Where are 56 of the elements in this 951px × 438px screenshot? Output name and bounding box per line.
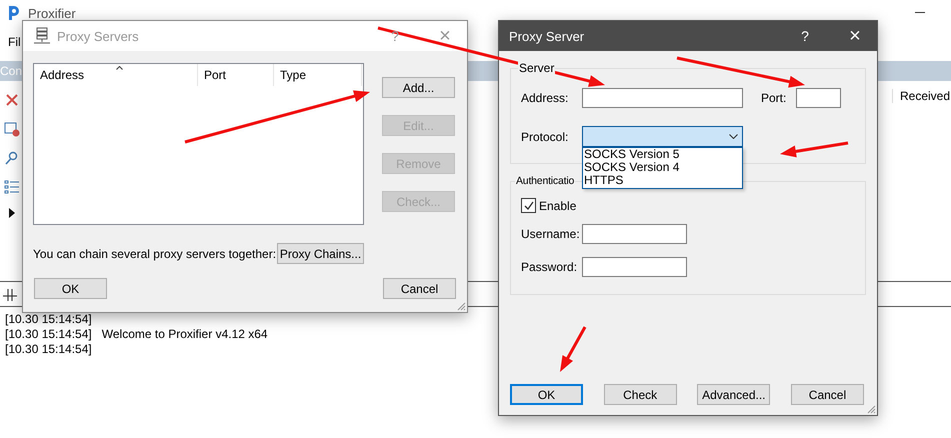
help-button[interactable]: ? bbox=[783, 28, 827, 44]
column-header[interactable]: Address bbox=[40, 68, 84, 82]
resize-grip-icon[interactable] bbox=[866, 404, 876, 414]
window-icon[interactable] bbox=[4, 121, 20, 137]
annotation-arrow bbox=[560, 326, 586, 372]
dialog-button[interactable]: Advanced... bbox=[697, 384, 770, 405]
protocol-dropdown[interactable] bbox=[582, 126, 743, 147]
proxy-chains-button[interactable]: Proxy Chains... bbox=[277, 243, 364, 264]
password-field[interactable] bbox=[582, 257, 687, 277]
dropdown-option[interactable]: HTTPS bbox=[583, 174, 742, 187]
dialog-button[interactable]: Cancel bbox=[790, 384, 864, 405]
cancel-button[interactable]: Cancel bbox=[383, 278, 456, 299]
dialog-title: Proxy Server bbox=[509, 28, 584, 44]
ok-button[interactable]: OK bbox=[34, 278, 107, 299]
dialog-button[interactable]: OK bbox=[510, 384, 583, 405]
log-message: Welcome to Proxifier v4.12 x64 bbox=[102, 327, 268, 341]
connection-icon bbox=[3, 287, 17, 301]
menu-item[interactable]: Fil bbox=[8, 35, 21, 49]
list-icon[interactable] bbox=[4, 180, 20, 194]
chain-label: You can chain several proxy servers together: bbox=[33, 246, 276, 260]
group-label: Server bbox=[518, 61, 556, 75]
dropdown-option[interactable]: SOCKS Version 5 bbox=[583, 148, 742, 161]
sort-caret-icon bbox=[116, 66, 122, 70]
dialog-title: Proxy Servers bbox=[57, 28, 139, 44]
side-button[interactable]: Add... bbox=[382, 77, 455, 98]
log-time: [10.30 15:14:54] bbox=[5, 312, 92, 326]
protocol-label: Protocol: bbox=[521, 130, 570, 144]
server-icon bbox=[33, 27, 51, 45]
group-label: Authenticatio bbox=[515, 175, 576, 187]
column-header[interactable]: Type bbox=[280, 68, 306, 82]
address-label: Address: bbox=[521, 91, 570, 105]
server-list[interactable]: Address Port Type bbox=[33, 63, 364, 225]
password-label: Password: bbox=[521, 260, 578, 274]
port-field[interactable] bbox=[796, 88, 841, 108]
address-field[interactable] bbox=[582, 88, 743, 108]
column-header[interactable]: Port bbox=[204, 68, 226, 82]
close-button[interactable]: × bbox=[833, 24, 877, 48]
username-label: Username: bbox=[521, 227, 581, 241]
checkbox-label: Enable bbox=[539, 198, 576, 212]
play-icon[interactable] bbox=[8, 208, 16, 218]
username-field[interactable] bbox=[582, 224, 687, 244]
log-time: [10.30 15:14:54] bbox=[5, 327, 92, 341]
window-title: Proxifier bbox=[28, 6, 76, 20]
minimize-icon[interactable] bbox=[915, 12, 925, 14]
log-time: [10.30 15:14:54] bbox=[5, 342, 92, 356]
resize-grip-icon[interactable] bbox=[456, 301, 466, 311]
annotation-arrow bbox=[780, 142, 848, 158]
port-label: Port: bbox=[761, 91, 788, 105]
checkbox[interactable] bbox=[521, 198, 536, 213]
dialog-button[interactable]: Check bbox=[604, 384, 677, 405]
chevron-down-icon bbox=[729, 134, 738, 139]
column-header[interactable]: Received bbox=[892, 89, 951, 103]
app-logo-icon bbox=[6, 5, 20, 21]
dropdown-option[interactable]: SOCKS Version 4 bbox=[583, 161, 742, 174]
delete-icon[interactable] bbox=[5, 93, 19, 107]
search-icon[interactable] bbox=[4, 151, 20, 166]
